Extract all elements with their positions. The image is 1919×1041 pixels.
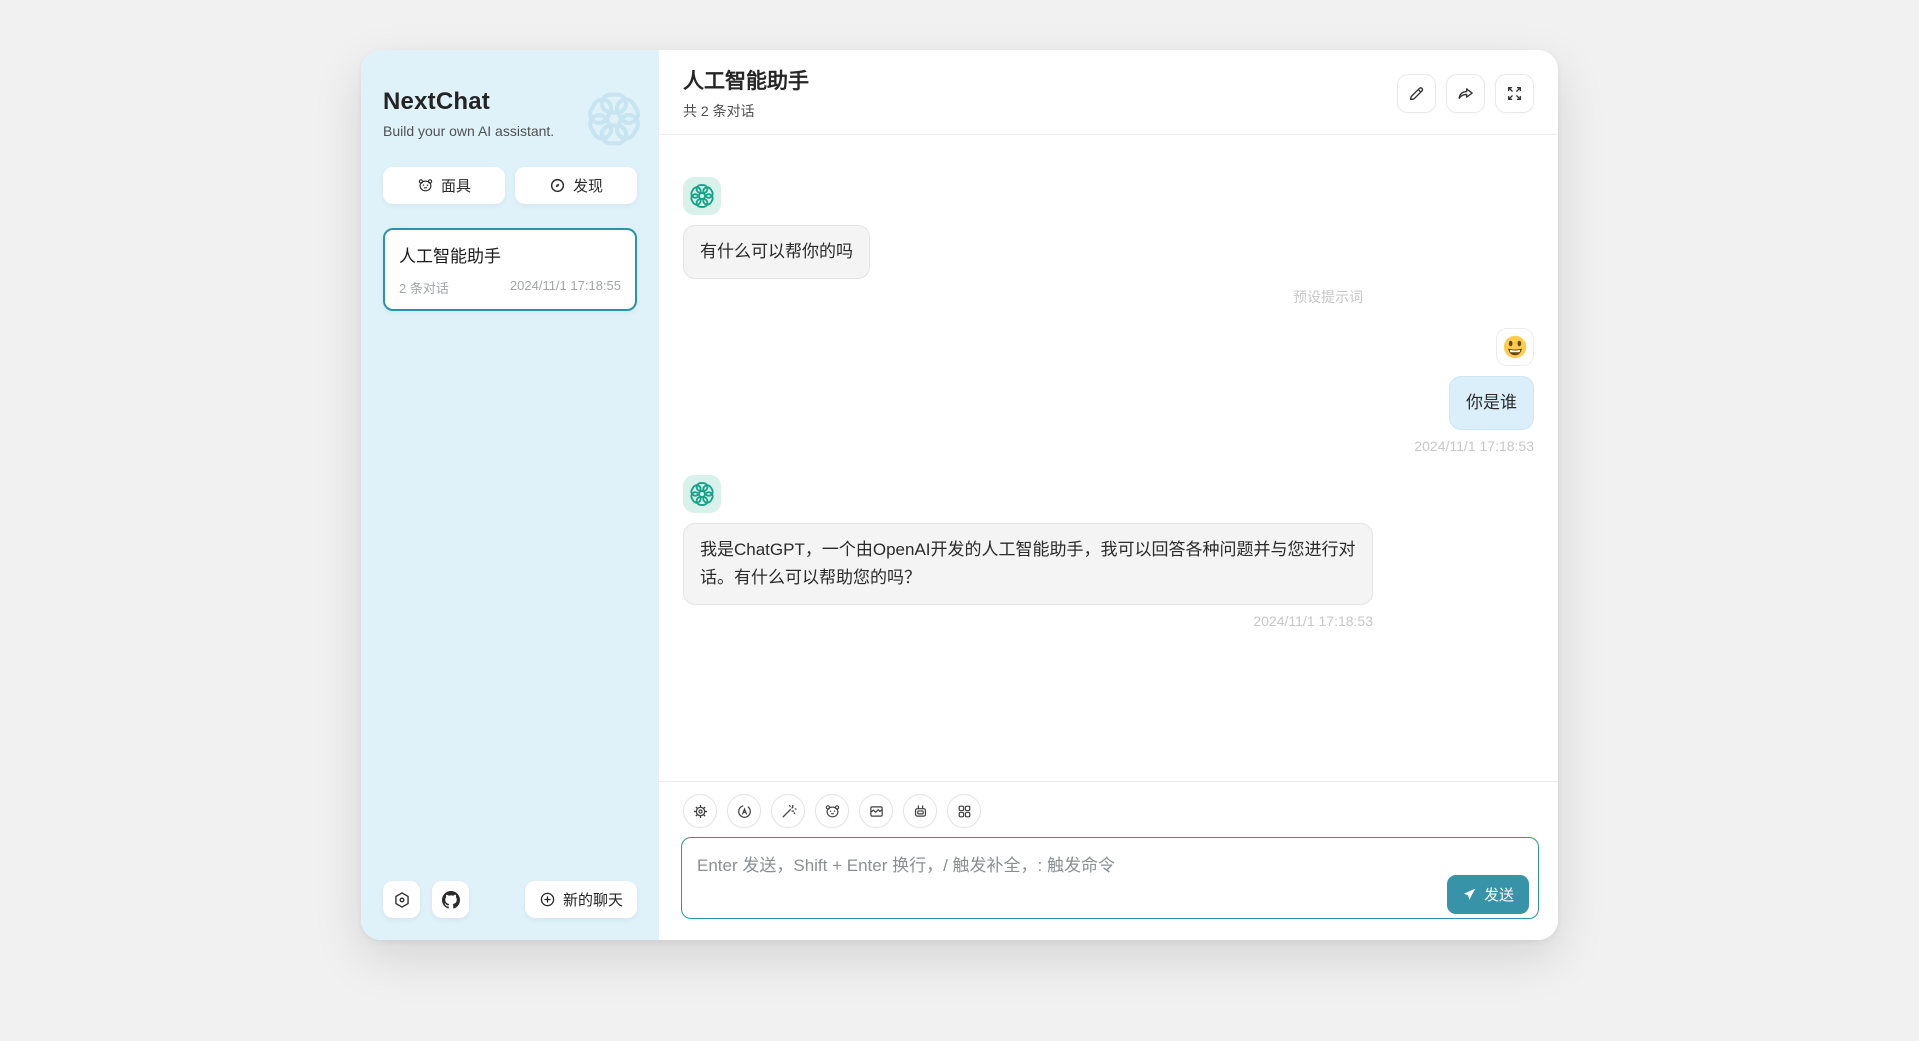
message-content: 我是ChatGPT，一个由OpenAI开发的人工智能助手，我可以回答各种问题并与… (683, 523, 1373, 629)
discover-icon (549, 177, 566, 194)
mask-icon (417, 177, 434, 194)
openai-logo-watermark-icon (585, 90, 643, 148)
openai-logo-icon (689, 481, 715, 507)
assistant-message: 我是ChatGPT，一个由OpenAI开发的人工智能助手，我可以回答各种问题并与… (683, 475, 1534, 629)
pencil-icon (1407, 84, 1426, 103)
plus-circle-icon (539, 891, 556, 908)
robot-icon (912, 803, 929, 820)
chat-title: 人工智能助手 (683, 65, 809, 95)
clear-context-button[interactable] (859, 794, 893, 828)
message-bubble[interactable]: 有什么可以帮你的吗 (683, 225, 870, 279)
message-content: 有什么可以帮你的吗 预设提示词 (683, 225, 1373, 307)
chat-input[interactable] (681, 837, 1539, 919)
gear-icon (692, 803, 709, 820)
message-list: 有什么可以帮你的吗 预设提示词 你是谁 2024/ (659, 135, 1558, 781)
user-avatar (1496, 328, 1534, 366)
assistant-avatar (683, 177, 721, 215)
share-button[interactable] (1446, 74, 1485, 113)
fullscreen-icon (1505, 84, 1524, 103)
chat-header-text: 人工智能助手 共 2 条对话 (683, 65, 809, 121)
discover-button[interactable]: 发现 (515, 167, 637, 204)
message-bubble[interactable]: 你是谁 (1449, 376, 1534, 430)
discover-button-label: 发现 (573, 175, 603, 196)
chat-list: 人工智能助手 2 条对话 2024/11/1 17:18:55 (383, 228, 637, 881)
assistant-avatar (683, 475, 721, 513)
grinning-emoji-icon (1502, 334, 1528, 360)
sidebar: NextChat Build your own AI assistant. 面具… (361, 50, 659, 940)
send-button-label: 发送 (1484, 884, 1514, 905)
sidebar-footer: 新的聊天 (383, 881, 637, 918)
chat-panel: 人工智能助手 共 2 条对话 (659, 50, 1558, 940)
rename-button[interactable] (1397, 74, 1436, 113)
model-select-button[interactable] (903, 794, 937, 828)
message-bubble[interactable]: 我是ChatGPT，一个由OpenAI开发的人工智能助手，我可以回答各种问题并与… (683, 523, 1373, 605)
masks-button-label: 面具 (441, 175, 471, 196)
input-area: 发送 (659, 837, 1558, 940)
assistant-message: 有什么可以帮你的吗 预设提示词 (683, 177, 1534, 307)
preset-prompt-hint: 预设提示词 (1293, 287, 1363, 307)
theme-toggle-button[interactable] (727, 794, 761, 828)
chat-list-item[interactable]: 人工智能助手 2 条对话 2024/11/1 17:18:55 (383, 228, 637, 311)
mask-button[interactable] (815, 794, 849, 828)
chat-item-count: 2 条对话 (399, 278, 449, 297)
chat-subtitle: 共 2 条对话 (683, 101, 809, 121)
chat-header: 人工智能助手 共 2 条对话 (659, 50, 1558, 135)
sidebar-toolbar: 面具 发现 (383, 167, 637, 204)
share-icon (1456, 84, 1475, 103)
github-icon (442, 891, 460, 909)
shortcut-commands-button[interactable] (947, 794, 981, 828)
masks-button[interactable]: 面具 (383, 167, 505, 204)
settings-icon (393, 891, 411, 909)
chat-settings-button[interactable] (683, 794, 717, 828)
user-message: 你是谁 2024/11/1 17:18:53 (683, 328, 1534, 454)
message-timestamp: 2024/11/1 17:18:53 (1414, 438, 1534, 454)
clear-context-icon (868, 803, 885, 820)
message-content: 你是谁 2024/11/1 17:18:53 (1414, 376, 1534, 454)
send-button[interactable]: 发送 (1447, 875, 1529, 914)
new-chat-label: 新的聊天 (563, 889, 623, 910)
app-window: NextChat Build your own AI assistant. 面具… (361, 50, 1558, 940)
shortcut-grid-icon (956, 803, 973, 820)
new-chat-button[interactable]: 新的聊天 (525, 881, 637, 918)
auto-theme-icon (736, 803, 753, 820)
composer-toolbar (659, 782, 1558, 837)
chat-item-info: 2 条对话 2024/11/1 17:18:55 (399, 278, 621, 297)
message-timestamp: 2024/11/1 17:18:53 (1253, 613, 1373, 629)
chat-header-actions (1397, 74, 1534, 113)
prompt-wand-button[interactable] (771, 794, 805, 828)
chat-item-time: 2024/11/1 17:18:55 (510, 278, 621, 297)
settings-button[interactable] (383, 881, 420, 918)
wand-icon (780, 803, 797, 820)
mask-icon (824, 803, 841, 820)
chat-item-title: 人工智能助手 (399, 242, 621, 267)
paper-plane-icon (1462, 887, 1477, 902)
composer: 发送 (659, 781, 1558, 940)
openai-logo-icon (689, 183, 715, 209)
fullscreen-button[interactable] (1495, 74, 1534, 113)
github-button[interactable] (432, 881, 469, 918)
